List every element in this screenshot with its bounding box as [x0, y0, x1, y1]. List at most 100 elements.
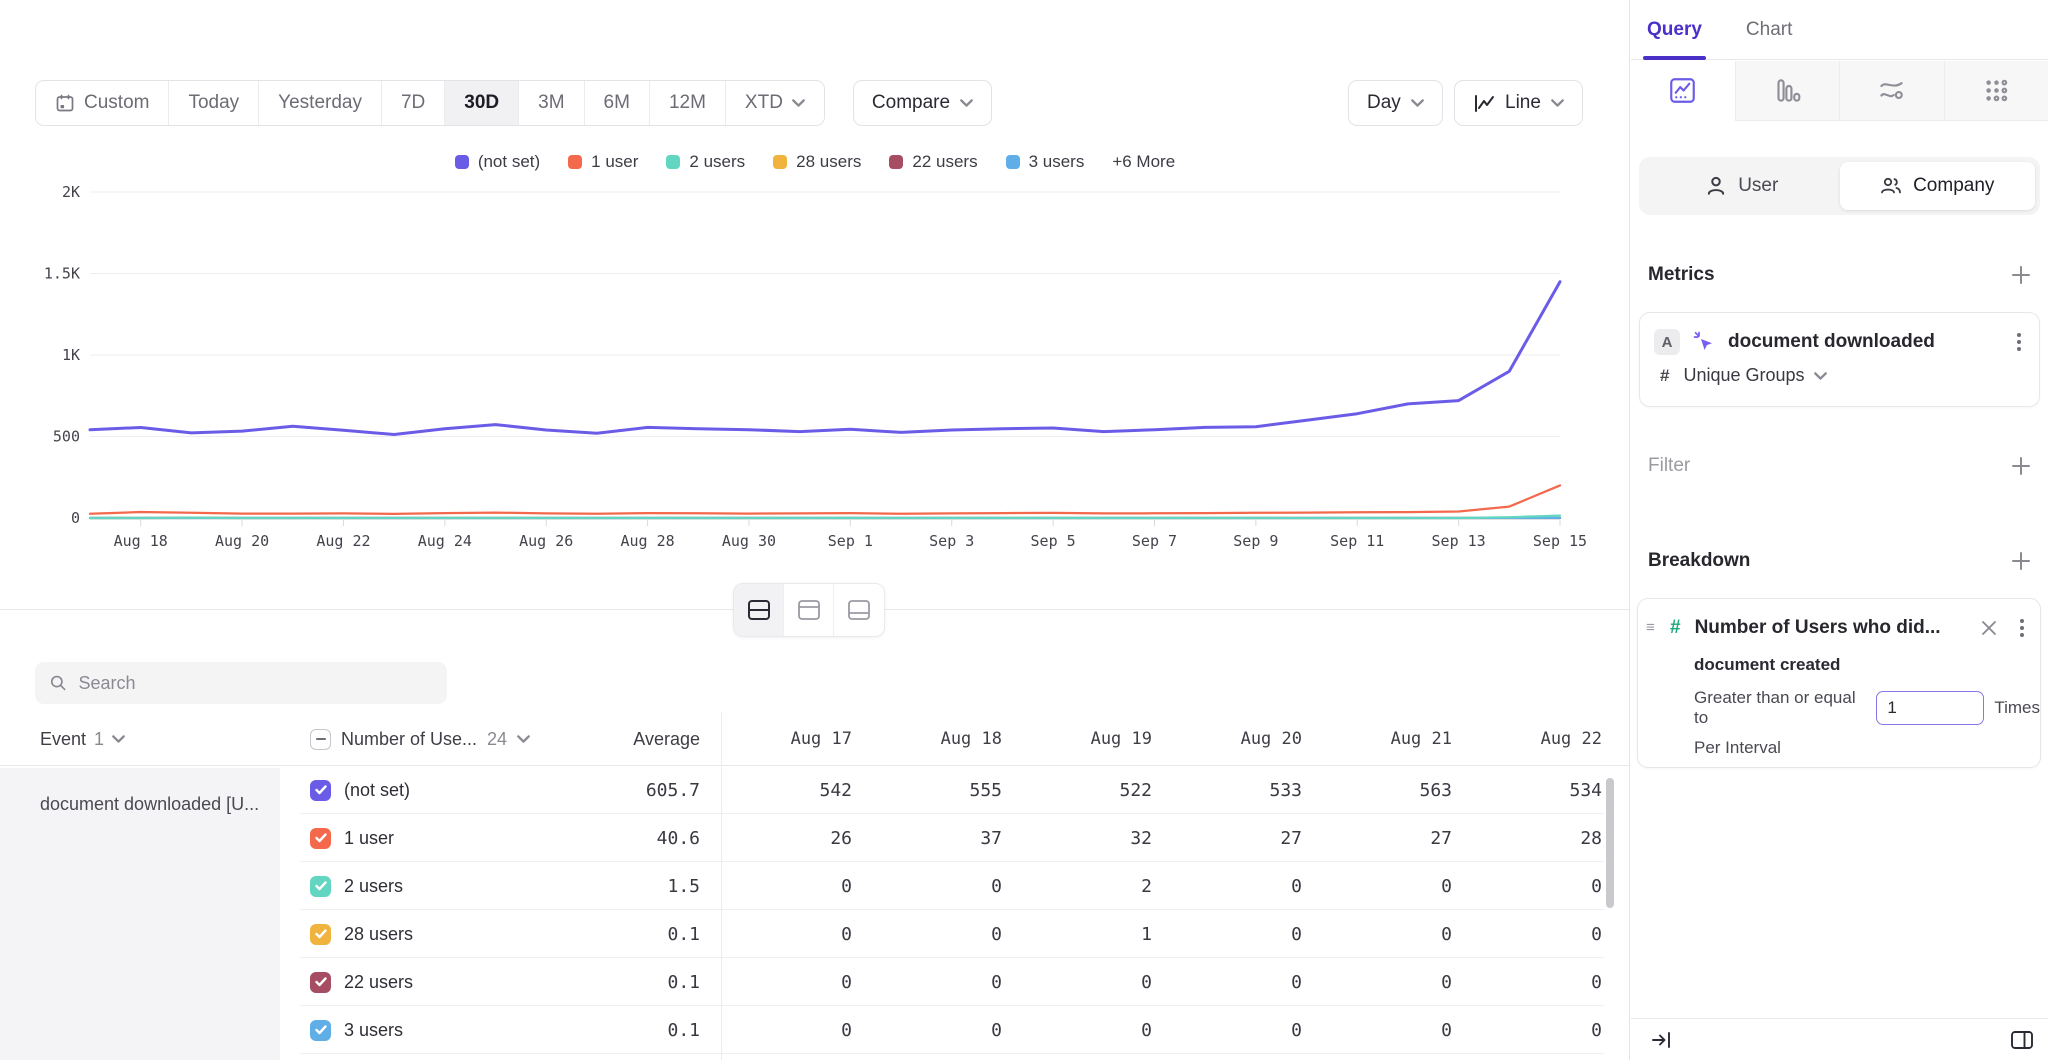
interval-button[interactable]: Day: [1348, 80, 1443, 126]
collapse-panel-icon[interactable]: [1651, 1030, 1673, 1050]
range-custom[interactable]: Custom: [36, 81, 169, 125]
calendar-icon: [55, 93, 75, 113]
entity-option-user[interactable]: User: [1644, 162, 1840, 210]
chevron-down-icon: [517, 735, 530, 743]
row-value: 555: [852, 780, 1002, 801]
row-label: 22 users: [344, 972, 413, 993]
row-value: 28: [1452, 828, 1602, 849]
event-column-header[interactable]: Event 1: [0, 729, 280, 750]
interval-label: Day: [1367, 92, 1401, 114]
svg-text:Sep 3: Sep 3: [929, 532, 974, 550]
table-only-view-button[interactable]: [834, 584, 884, 636]
add-metric-button[interactable]: [2010, 264, 2032, 286]
legend-item-3[interactable]: 28 users: [773, 152, 861, 172]
chart-type-bar[interactable]: [1735, 61, 1840, 121]
breakdown-card: ≡ # Number of Users who did... document …: [1637, 598, 2041, 768]
legend-item-4[interactable]: 22 users: [889, 152, 977, 172]
breakdown-menu-button[interactable]: [2016, 615, 2028, 641]
range-12m[interactable]: 12M: [650, 81, 726, 125]
range-30d[interactable]: 30D: [445, 81, 519, 125]
close-icon[interactable]: [1980, 619, 1998, 637]
chart-only-view-button[interactable]: [784, 584, 834, 636]
breakdown-header: Breakdown: [1648, 550, 1750, 572]
svg-text:Sep 13: Sep 13: [1432, 532, 1486, 550]
row-average: 1.5: [560, 876, 700, 897]
chart-type-retention[interactable]: [1944, 61, 2048, 121]
metric-menu-button[interactable]: [2013, 329, 2025, 355]
table-scrollbar[interactable]: [1606, 778, 1614, 908]
row-value: 37: [852, 828, 1002, 849]
range-yesterday[interactable]: Yesterday: [259, 81, 382, 125]
legend-item-2[interactable]: 2 users: [666, 152, 745, 172]
date-column-header: Aug 18: [852, 729, 1002, 749]
condition-value-input[interactable]: [1876, 691, 1984, 725]
split-view-button[interactable]: [734, 584, 784, 636]
row-value: 0: [1452, 924, 1602, 945]
svg-text:Sep 15: Sep 15: [1533, 532, 1587, 550]
row-value: 0: [700, 924, 852, 945]
row-average: 0.1: [560, 924, 700, 945]
row-value: 0: [852, 1020, 1002, 1041]
svg-text:Sep 9: Sep 9: [1233, 532, 1278, 550]
row-value: 534: [1452, 780, 1602, 801]
range-today[interactable]: Today: [169, 81, 259, 125]
group-count: 24: [487, 729, 507, 750]
svg-text:Aug 28: Aug 28: [620, 532, 674, 550]
select-all-checkbox[interactable]: [310, 729, 331, 750]
legend-swatch: [455, 155, 469, 169]
legend-item-5[interactable]: 3 users: [1006, 152, 1085, 172]
svg-text:Sep 7: Sep 7: [1132, 532, 1177, 550]
svg-text:Aug 30: Aug 30: [722, 532, 776, 550]
check-icon: [315, 785, 327, 795]
check-icon: [315, 881, 327, 891]
legend-item-0[interactable]: (not set): [455, 152, 540, 172]
row-value: 27: [1302, 828, 1452, 849]
compare-button[interactable]: Compare: [853, 80, 992, 126]
row-average: 0.1: [560, 1020, 700, 1041]
row-checkbox[interactable]: [310, 828, 331, 849]
row-checkbox[interactable]: [310, 876, 331, 897]
range-3m[interactable]: 3M: [519, 81, 584, 125]
row-checkbox[interactable]: [310, 1020, 331, 1041]
svg-text:Aug 26: Aug 26: [519, 532, 573, 550]
check-icon: [315, 929, 327, 939]
search-input[interactable]: [78, 673, 433, 694]
flow-chart-icon: [1878, 77, 1905, 104]
panel-layout-icon[interactable]: [2010, 1030, 2034, 1050]
add-breakdown-button[interactable]: [2010, 550, 2032, 572]
table-body: (not set)605.75425555225335635341 user40…: [0, 766, 1630, 1054]
add-filter-button[interactable]: [2010, 455, 2032, 477]
legend-item-1[interactable]: 1 user: [568, 152, 638, 172]
aggregation-dropdown[interactable]: Unique Groups: [1683, 365, 1826, 386]
legend-swatch: [1006, 155, 1020, 169]
svg-text:Aug 20: Aug 20: [215, 532, 269, 550]
legend-more-button[interactable]: +6 More: [1112, 152, 1175, 172]
tab-chart[interactable]: Chart: [1746, 0, 1792, 60]
chart-type-flow[interactable]: [1839, 61, 1944, 121]
row-value: 0: [852, 972, 1002, 993]
metric-card[interactable]: A document downloaded # Unique Groups: [1639, 312, 2040, 407]
table-row: 22 users0.1000000: [0, 958, 1630, 1006]
group-column-header[interactable]: Number of Use... 24: [280, 729, 560, 750]
query-panel: Query Chart: [1631, 0, 2048, 1060]
drag-handle-icon[interactable]: ≡: [1646, 623, 1662, 633]
table-header: Event 1 Number of Use... 24 Average Aug …: [0, 712, 1630, 766]
row-value: 0: [1452, 972, 1602, 993]
legend-swatch: [773, 155, 787, 169]
row-value: 0: [1452, 876, 1602, 897]
tab-query[interactable]: Query: [1647, 0, 1702, 60]
row-checkbox[interactable]: [310, 972, 331, 993]
compare-label: Compare: [872, 92, 950, 114]
grid-dots-icon: [1983, 77, 2010, 104]
table-row: (not set)605.7542555522533563534: [0, 766, 1630, 814]
range-7d[interactable]: 7D: [382, 81, 445, 125]
interval-note: Per Interval: [1694, 738, 2040, 758]
entity-option-company[interactable]: Company: [1840, 162, 2036, 210]
range-xtd[interactable]: XTD: [726, 81, 824, 125]
chart-type-line[interactable]: [1631, 61, 1735, 121]
row-checkbox[interactable]: [310, 924, 331, 945]
row-checkbox[interactable]: [310, 780, 331, 801]
breakdown-hash-icon: #: [1670, 617, 1681, 639]
chart-type-button[interactable]: Line: [1454, 80, 1583, 126]
range-6m[interactable]: 6M: [585, 81, 650, 125]
